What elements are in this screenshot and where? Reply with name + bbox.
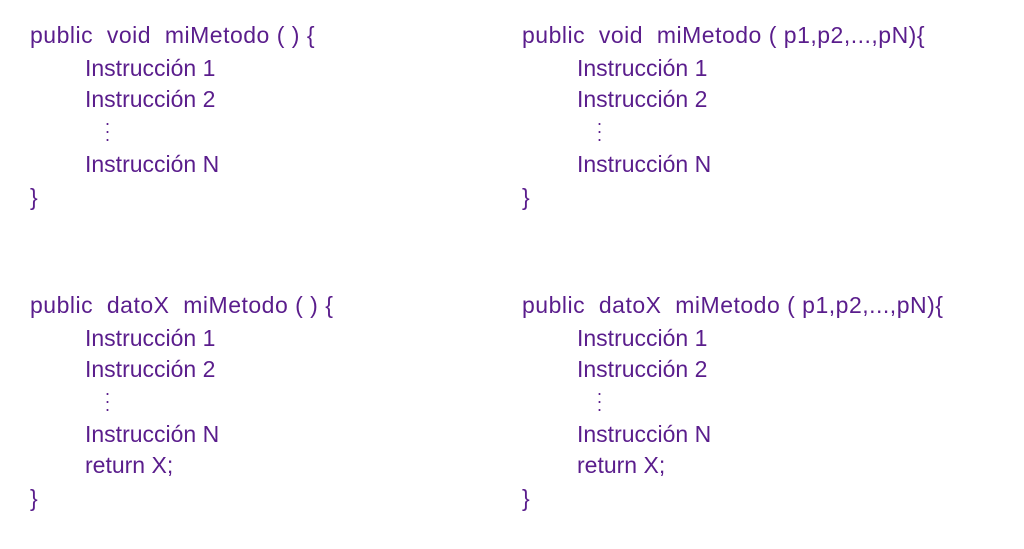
method-body: Instrucción 1 Instrucción 2 ... Instrucc…	[30, 51, 502, 180]
vertical-dots-icon: ...	[577, 115, 602, 139]
code-block-return-params: public datoX miMetodo ( p1,p2,...,pN){ I…	[522, 290, 994, 530]
instruction-1: Instrucción 1	[85, 53, 502, 84]
code-block-return-noparams: public datoX miMetodo ( ) { Instrucción …	[30, 290, 502, 530]
vertical-dots-icon: ...	[85, 115, 110, 139]
method-signature: public datoX miMetodo ( p1,p2,...,pN){	[522, 290, 994, 321]
vertical-dots-icon: ...	[577, 385, 602, 409]
vertical-dots-icon: ...	[85, 385, 110, 409]
method-body: Instrucción 1 Instrucción 2 ... Instrucc…	[522, 51, 994, 180]
return-statement: return X;	[577, 450, 994, 481]
instruction-n: Instrucción N	[577, 149, 994, 180]
instruction-1: Instrucción 1	[577, 323, 994, 354]
instruction-2: Instrucción 2	[85, 84, 502, 115]
return-statement: return X;	[85, 450, 502, 481]
method-signature: public void miMetodo ( ) {	[30, 20, 502, 51]
close-brace: }	[30, 481, 502, 514]
instruction-1: Instrucción 1	[85, 323, 502, 354]
close-brace: }	[522, 180, 994, 213]
method-body: Instrucción 1 Instrucción 2 ... Instrucc…	[522, 321, 994, 481]
method-signature: public datoX miMetodo ( ) {	[30, 290, 502, 321]
method-body: Instrucción 1 Instrucción 2 ... Instrucc…	[30, 321, 502, 481]
method-signature: public void miMetodo ( p1,p2,...,pN){	[522, 20, 994, 51]
instruction-2: Instrucción 2	[577, 354, 994, 385]
close-brace: }	[30, 180, 502, 213]
code-block-void-noparams: public void miMetodo ( ) { Instrucción 1…	[30, 20, 502, 260]
instruction-n: Instrucción N	[85, 419, 502, 450]
instruction-2: Instrucción 2	[85, 354, 502, 385]
instruction-n: Instrucción N	[577, 419, 994, 450]
instruction-2: Instrucción 2	[577, 84, 994, 115]
instruction-1: Instrucción 1	[577, 53, 994, 84]
instruction-n: Instrucción N	[85, 149, 502, 180]
code-block-void-params: public void miMetodo ( p1,p2,...,pN){ In…	[522, 20, 994, 260]
close-brace: }	[522, 481, 994, 514]
